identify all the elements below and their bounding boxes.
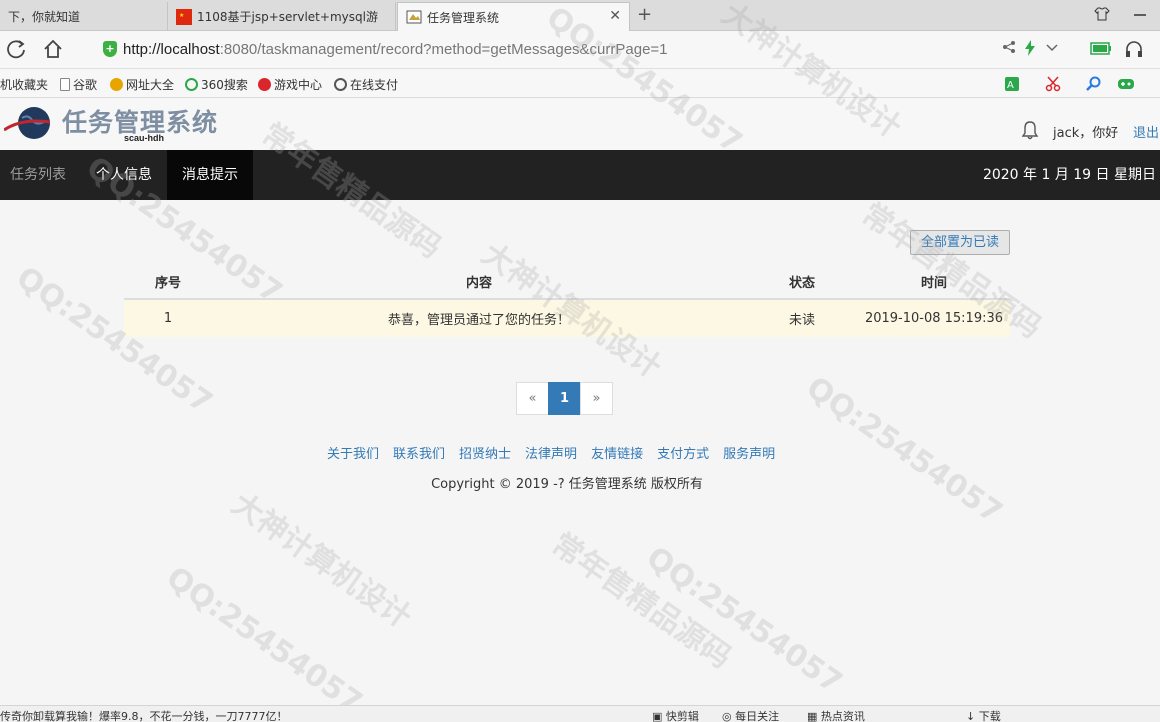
address-bar: + http://localhost:8080/taskmanagement/r… (0, 31, 1160, 69)
pagination-page-1[interactable]: 1 (548, 382, 581, 415)
footer-link-payment[interactable]: 支付方式 (657, 443, 709, 462)
browser-tab-3-active[interactable]: 任务管理系统 ✕ (397, 2, 630, 31)
bell-icon[interactable] (1021, 120, 1039, 140)
statusbar-label: 下载 (978, 710, 1001, 722)
nav-task-list[interactable]: 任务列表 (0, 150, 76, 200)
footer-link-legal[interactable]: 法律声明 (525, 443, 577, 462)
site-header: 任务管理系统 scau-hdh jack，你好 退出 (0, 98, 1160, 150)
page-icon (60, 78, 70, 91)
bookmark-game-center[interactable]: 游戏中心 (258, 76, 322, 93)
browser-tab-1[interactable]: 下，你就知道 (0, 2, 168, 31)
messages-table: 序号 内容 状态 时间 1 恭喜，管理员通过了您的任务！ 未读 2019-10-… (124, 265, 1010, 337)
statusbar-label: 热点资讯 (820, 710, 865, 722)
bookmark-label: 在线支付 (350, 78, 399, 92)
cell-index: 1 (124, 299, 212, 337)
statusbar-label: 快剪辑 (665, 710, 699, 722)
tab-title: 任务管理系统 (427, 10, 500, 25)
statusbar-quick-edit[interactable]: ▣ 快剪辑 (652, 708, 699, 722)
svg-text:★: ★ (179, 12, 184, 19)
logout-link[interactable]: 退出 (1133, 122, 1159, 141)
headphones-icon[interactable] (1124, 40, 1144, 58)
china-flag-icon: ★ (176, 8, 192, 25)
footer-link-careers[interactable]: 招贤纳士 (459, 443, 511, 462)
cell-time: 2019-10-08 15:19:36 (858, 299, 1010, 337)
column-header-status: 状态 (746, 265, 858, 300)
svg-text:A: A (1007, 80, 1014, 91)
main-navbar: 任务列表 个人信息 消息提示 2020 年 1 月 19 日 星期日 (0, 150, 1160, 200)
logo-subtitle: scau-hdh (124, 133, 165, 143)
column-header-index: 序号 (124, 265, 212, 300)
bookmark-label: 网址大全 (126, 78, 175, 92)
messages-content: 全部置为已读 序号 内容 状态 时间 1 恭喜，管理员通过了您的任务！ 未读 2… (0, 200, 1160, 705)
statusbar-hot-news[interactable]: ▦ 热点资讯 (807, 708, 865, 722)
reload-icon[interactable] (5, 38, 27, 60)
browser-tab-2[interactable]: ★ 1108基于jsp+servlet+mysql游 (168, 2, 396, 31)
statusbar-daily-focus[interactable]: ◎ 每日关注 (722, 708, 779, 722)
pagination: « 1 » (516, 382, 613, 415)
footer-link-service[interactable]: 服务声明 (723, 443, 775, 462)
bookmark-label: 机收藏夹 (0, 78, 49, 92)
footer-link-contact[interactable]: 联系我们 (393, 443, 445, 462)
bookmark-google[interactable]: 谷歌 (60, 76, 97, 93)
browser-tab-bar: 下，你就知道 ★ 1108基于jsp+servlet+mysql游 任务管理系统… (0, 0, 1160, 31)
footer-link-friends[interactable]: 友情链接 (591, 443, 643, 462)
mark-all-read-button[interactable]: 全部置为已读 (910, 230, 1010, 255)
url-path: :8080/taskmanagement/record?method=getMe… (219, 41, 668, 58)
bookmark-360-search[interactable]: 360搜索 (185, 76, 248, 93)
copyright-text: Copyright © 2019 -? 任务管理系统 版权所有 (431, 477, 703, 492)
scissors-icon[interactable] (1045, 76, 1061, 92)
user-greeting: jack，你好 (1053, 126, 1119, 141)
current-date: 2020 年 1 月 19 日 星期日 (982, 167, 1156, 183)
battery-icon[interactable] (1090, 42, 1112, 55)
lightning-icon[interactable] (1024, 40, 1036, 56)
footer-links: 关于我们 联系我们 招贤纳士 法律声明 友情链接 支付方式 服务声明 (327, 443, 775, 462)
magnifier-icon[interactable] (1085, 76, 1101, 92)
news-ticker[interactable]: 传奇你卸载算我输！爆率9.8，不花一分钱，一刀7777亿！ (0, 708, 288, 722)
url-host: http://localhost (123, 41, 220, 58)
table-header-row: 序号 内容 状态 时间 (124, 265, 1010, 300)
bookmark-online-pay[interactable]: 在线支付 (334, 76, 398, 93)
bookmark-label: 游戏中心 (274, 78, 323, 92)
statusbar-label: 每日关注 (735, 710, 780, 722)
globe-icon (110, 78, 123, 91)
status-badge: 未读 (746, 299, 858, 337)
pagination-next-button[interactable]: » (580, 382, 613, 415)
footer-link-about[interactable]: 关于我们 (327, 443, 379, 462)
nav-message-alerts[interactable]: 消息提示 (167, 150, 253, 200)
bookmark-site-directory[interactable]: 网址大全 (110, 76, 174, 93)
column-header-time: 时间 (858, 265, 1010, 300)
shirt-skin-icon[interactable] (1094, 6, 1110, 22)
secure-shield-icon: + (103, 41, 117, 57)
cell-content: 恭喜，管理员通过了您的任务！ (212, 299, 746, 337)
translate-icon[interactable]: A (1004, 76, 1020, 92)
chevron-down-icon[interactable] (1046, 44, 1058, 52)
nav-personal-info[interactable]: 个人信息 (86, 150, 162, 200)
minimize-icon[interactable] (1133, 8, 1147, 22)
pagination-prev-button[interactable]: « (516, 382, 549, 415)
search-icon (185, 78, 198, 91)
game-icon (258, 78, 271, 91)
globe-logo-icon (4, 107, 50, 139)
share-icon[interactable] (1002, 40, 1016, 54)
statusbar-download[interactable]: ↓ 下载 (966, 708, 1001, 722)
new-tab-icon[interactable]: + (637, 4, 652, 25)
url-input[interactable]: http://localhost:8080/taskmanagement/rec… (123, 41, 668, 58)
bookmarks-bar: 机收藏夹 谷歌 网址大全 360搜索 游戏中心 在线支付 A (0, 69, 1160, 98)
browser-status-bar: 传奇你卸载算我输！爆率9.8，不花一分钱，一刀7777亿！ ▣ 快剪辑 ◎ 每日… (0, 705, 1160, 722)
bookmark-label: 360搜索 (201, 78, 248, 92)
bookmark-label: 谷歌 (73, 78, 98, 92)
column-header-content: 内容 (212, 265, 746, 300)
tab-close-icon[interactable]: ✕ (609, 8, 621, 24)
app-favicon-icon (406, 10, 422, 24)
home-icon[interactable] (42, 38, 64, 60)
tab-title: 下，你就知道 (8, 10, 81, 24)
table-row[interactable]: 1 恭喜，管理员通过了您的任务！ 未读 2019-10-08 15:19:36 (124, 299, 1010, 337)
pay-icon (334, 78, 347, 91)
tab-title: 1108基于jsp+servlet+mysql游 (197, 10, 378, 24)
gamepad-icon[interactable] (1117, 76, 1135, 92)
bookmark-favorites[interactable]: 机收藏夹 (0, 76, 48, 93)
